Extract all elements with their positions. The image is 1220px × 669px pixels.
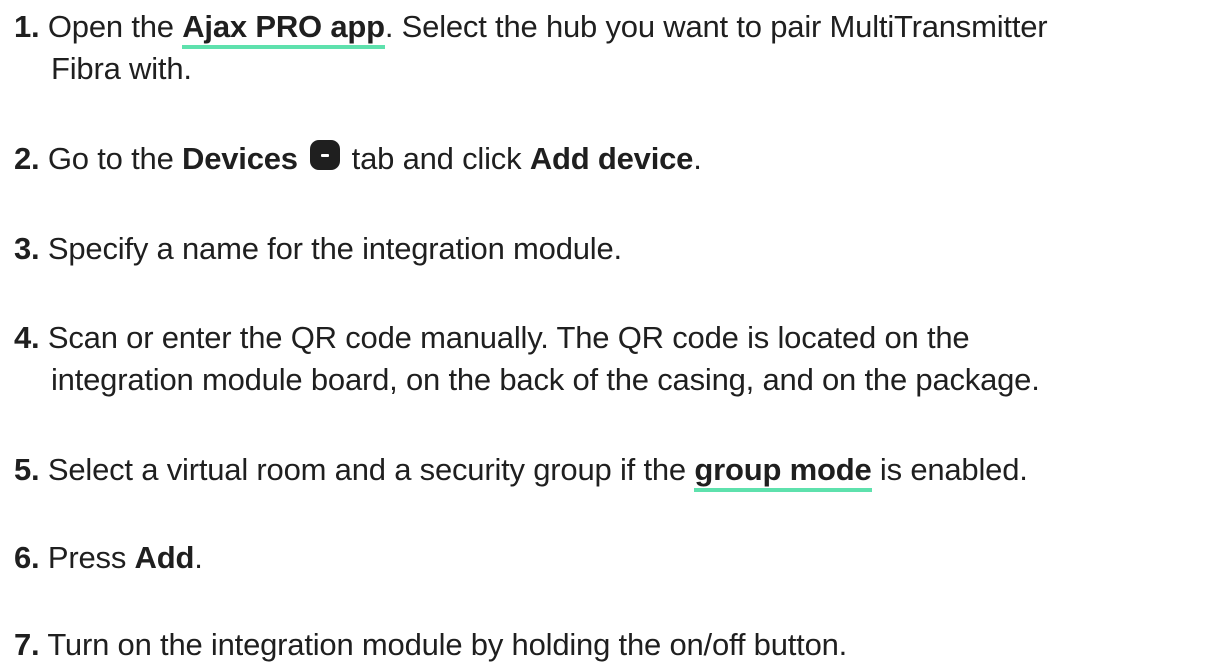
- step-text: Turn on the integration module by holdin…: [47, 627, 848, 662]
- step-number: 2.: [14, 141, 40, 176]
- step-text: . Select the hub you want to pair MultiT…: [384, 9, 1048, 44]
- add-label: Add: [134, 540, 195, 575]
- devices-label: Devices: [182, 141, 298, 176]
- step-4-line-2: integration module board, on the back of…: [51, 362, 1040, 397]
- step-number: 5.: [14, 452, 40, 487]
- step-3: 3. Specify a name for the integration mo…: [14, 228, 1214, 270]
- step-number: 1.: [14, 9, 40, 44]
- add-device-label: Add device: [529, 141, 694, 176]
- step-text: tab and click: [343, 141, 530, 176]
- step-5: 5. Select a virtual room and a security …: [14, 449, 1214, 492]
- step-number: 7.: [14, 627, 40, 662]
- step-number: 4.: [14, 320, 40, 355]
- ajax-pro-app-link[interactable]: Ajax PRO app: [182, 9, 385, 49]
- step-4: 4. Scan or enter the QR code manually. T…: [14, 317, 1214, 401]
- step-1-line-1: 1. Open the Ajax PRO app. Select the hub…: [14, 6, 1214, 49]
- step-7-line-1: 7. Turn on the integration module by hol…: [14, 624, 1214, 666]
- step-text: .: [693, 141, 702, 176]
- instruction-steps: 1. Open the Ajax PRO app. Select the hub…: [0, 0, 1220, 669]
- step-text: Select a virtual room and a security gro…: [47, 452, 695, 487]
- group-mode-link[interactable]: group mode: [694, 452, 872, 492]
- step-6: 6. Press Add.: [14, 537, 1214, 579]
- step-5-line-1: 5. Select a virtual room and a security …: [14, 449, 1214, 492]
- step-3-line-1: 3. Specify a name for the integration mo…: [14, 228, 1214, 270]
- step-text: is enabled.: [871, 452, 1028, 487]
- step-4-line-1: 4. Scan or enter the QR code manually. T…: [14, 317, 1214, 359]
- devices-icon: [310, 140, 341, 170]
- step-1: 1. Open the Ajax PRO app. Select the hub…: [14, 6, 1214, 90]
- step-text: .: [194, 540, 203, 575]
- step-text: Scan or enter the QR code manually. The …: [47, 320, 970, 355]
- step-1-line-2: Fibra with.: [51, 51, 192, 86]
- step-6-line-1: 6. Press Add.: [14, 537, 1214, 579]
- step-number: 3.: [14, 231, 40, 266]
- step-text: Specify a name for the integration modul…: [47, 231, 622, 266]
- step-number: 6.: [14, 540, 40, 575]
- step-7: 7. Turn on the integration module by hol…: [14, 624, 1214, 666]
- step-text: Go to the: [47, 141, 183, 176]
- step-text: Open the: [47, 9, 183, 44]
- step-2-line-1: 2. Go to the Devices tab and click Add d…: [14, 138, 1214, 180]
- step-text: Press: [47, 540, 135, 575]
- step-2: 2. Go to the Devices tab and click Add d…: [14, 138, 1214, 180]
